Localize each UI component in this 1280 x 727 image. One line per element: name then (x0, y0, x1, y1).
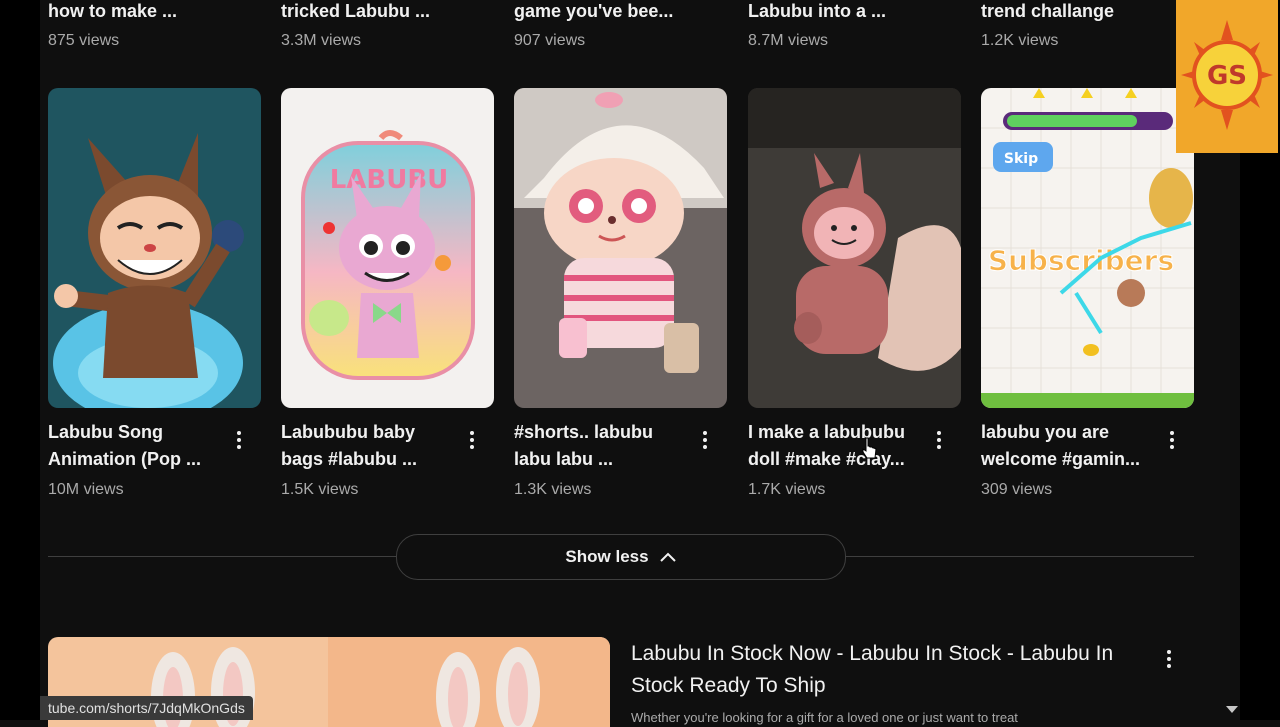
short-thumbnail[interactable]: Skip Subscribers (981, 88, 1194, 408)
short-title-line[interactable]: #shorts.. labubu (514, 419, 684, 446)
top-row-title[interactable]: Labubu into a ... (748, 0, 886, 22)
short-views: 309 views (981, 481, 1053, 498)
short-title-line[interactable]: Labubu Song (48, 419, 218, 446)
short-card[interactable]: I make a labububu doll #make #clay... 1.… (748, 88, 961, 498)
top-row-views: 907 views (514, 32, 586, 49)
short-title-line[interactable]: Animation (Pop ... (48, 446, 218, 473)
chevron-up-icon (659, 552, 676, 562)
short-views: 1.3K views (514, 481, 592, 498)
mouse-pointer-icon (862, 437, 877, 459)
watermark-text: GS (1207, 61, 1247, 91)
top-row-views: 875 views (48, 32, 120, 49)
game-skip-text: Skip (1004, 151, 1038, 167)
short-title[interactable]: Labububu baby bags #labubu ... (281, 419, 451, 473)
more-options-icon[interactable] (1166, 650, 1172, 668)
more-options-icon[interactable] (469, 431, 475, 449)
channel-watermark-logo: GS (1176, 0, 1278, 153)
top-row-title[interactable]: how to make ... (48, 0, 177, 22)
top-row-title[interactable]: trend challange (981, 0, 1114, 22)
show-less-label: Show less (565, 547, 649, 566)
short-card[interactable]: LABUBU Labububu baby bags #labubu ... 1.… (281, 88, 494, 498)
short-card[interactable]: Skip Subscribers labubu you are welcome … (981, 88, 1194, 498)
short-title[interactable]: Labubu Song Animation (Pop ... (48, 419, 218, 473)
short-views: 10M views (48, 481, 124, 498)
short-thumbnail[interactable] (748, 88, 961, 408)
short-title-line[interactable]: welcome #gamin... (981, 446, 1151, 473)
more-options-icon[interactable] (236, 431, 242, 449)
more-options-icon[interactable] (936, 431, 942, 449)
short-thumbnail[interactable] (48, 88, 261, 408)
short-title-line[interactable]: bags #labubu ... (281, 446, 451, 473)
short-title[interactable]: labubu you are welcome #gamin... (981, 419, 1151, 473)
top-row-title[interactable]: tricked Labubu ... (281, 0, 430, 22)
more-options-icon[interactable] (1169, 431, 1175, 449)
top-row-views: 3.3M views (281, 32, 362, 49)
short-views: 1.7K views (748, 481, 826, 498)
short-thumbnail[interactable] (514, 88, 727, 408)
short-card[interactable]: #shorts.. labubu labu labu ... 1.3K view… (514, 88, 727, 498)
left-black-margin (0, 0, 40, 720)
short-title-line[interactable]: Labububu baby (281, 419, 451, 446)
video-description: Whether you're looking for a gift for a … (631, 710, 1018, 725)
short-title-line[interactable]: labubu you are (981, 419, 1151, 446)
short-views: 1.5K views (281, 481, 359, 498)
subscribers-banner-text: Subscribers (988, 244, 1174, 277)
top-row-views: 1.2K views (981, 32, 1059, 49)
top-row-views: 8.7M views (748, 32, 829, 49)
short-title-line[interactable]: doll #make #clay... (748, 446, 918, 473)
short-card[interactable]: Labubu Song Animation (Pop ... 10M views (48, 88, 261, 498)
short-thumbnail[interactable]: LABUBU (281, 88, 494, 408)
show-less-button[interactable]: Show less (396, 534, 846, 580)
short-title[interactable]: I make a labububu doll #make #clay... (748, 419, 918, 473)
bag-brand-text: LABUBU (330, 165, 449, 195)
top-row-title[interactable]: game you've bee... (514, 0, 673, 22)
short-title-line[interactable]: labu labu ... (514, 446, 684, 473)
more-options-icon[interactable] (702, 431, 708, 449)
short-title[interactable]: #shorts.. labubu labu labu ... (514, 419, 684, 473)
scroll-down-arrow-icon[interactable] (1226, 706, 1238, 713)
status-bar-url: tube.com/shorts/7JdqMkOnGds (40, 696, 253, 720)
video-title[interactable]: Labubu In Stock Now - Labubu In Stock - … (631, 638, 1131, 702)
short-title-line[interactable]: I make a labububu (748, 419, 918, 446)
